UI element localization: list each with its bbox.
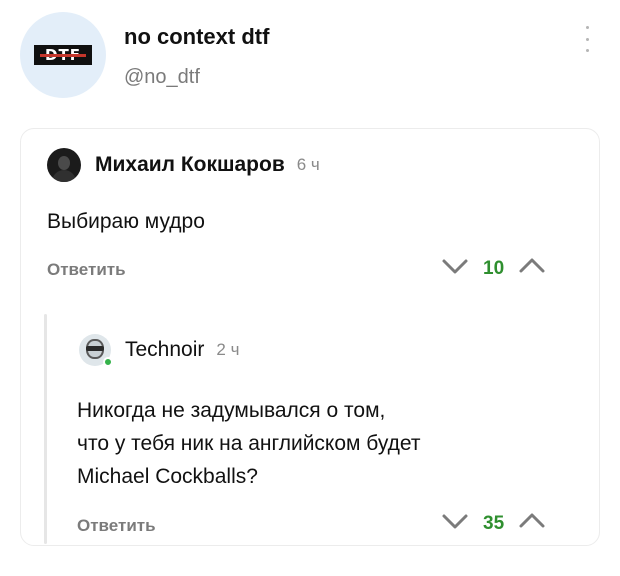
dtf-logo: DTF <box>34 45 92 65</box>
comment-author-row: Михаил Кокшаров 6 ч <box>47 148 320 182</box>
reply-button[interactable]: Ответить <box>77 516 156 536</box>
reply-timestamp: 2 ч <box>216 340 240 359</box>
comment-author-name[interactable]: Михаил Кокшаров <box>95 153 285 177</box>
chevron-up-icon[interactable] <box>518 512 546 535</box>
channel-handle: @no_dtf <box>124 66 200 88</box>
reply-text-line: Michael Cockballs? <box>77 465 258 488</box>
vote-score: 10 <box>483 257 505 279</box>
reply-text-line: что у тебя ник на английском будет <box>77 432 421 455</box>
vote-controls: 10 <box>441 257 546 280</box>
reply-author-name[interactable]: Technoir <box>125 338 204 362</box>
comment-card: Михаил Кокшаров 6 ч Выбираю мудро Ответи… <box>20 128 600 546</box>
vote-controls: 35 <box>441 512 546 535</box>
avatar[interactable] <box>47 148 81 182</box>
comment-text: Выбираю мудро <box>47 210 205 233</box>
reply-text: Никогда не задумывался о том, что у тебя… <box>77 394 421 493</box>
vote-score: 35 <box>483 512 505 534</box>
avatar[interactable] <box>79 334 113 367</box>
chevron-down-icon[interactable] <box>441 257 469 280</box>
reply-button[interactable]: Ответить <box>47 260 126 280</box>
channel-header: DTF no context dtf @no_dtf <box>0 0 620 112</box>
reply-author-row: Technoir 2 ч <box>79 334 240 367</box>
channel-avatar[interactable]: DTF <box>20 12 106 98</box>
comment-timestamp: 6 ч <box>296 155 320 174</box>
channel-name[interactable]: no context dtf <box>124 24 269 50</box>
online-status-dot <box>103 357 113 367</box>
logo-strip <box>40 54 86 57</box>
chevron-up-icon[interactable] <box>518 257 546 280</box>
thread-line <box>44 314 47 544</box>
chevron-down-icon[interactable] <box>441 512 469 535</box>
reply-text-line: Никогда не задумывался о том, <box>77 399 386 422</box>
more-vertical-icon[interactable] <box>582 26 592 52</box>
